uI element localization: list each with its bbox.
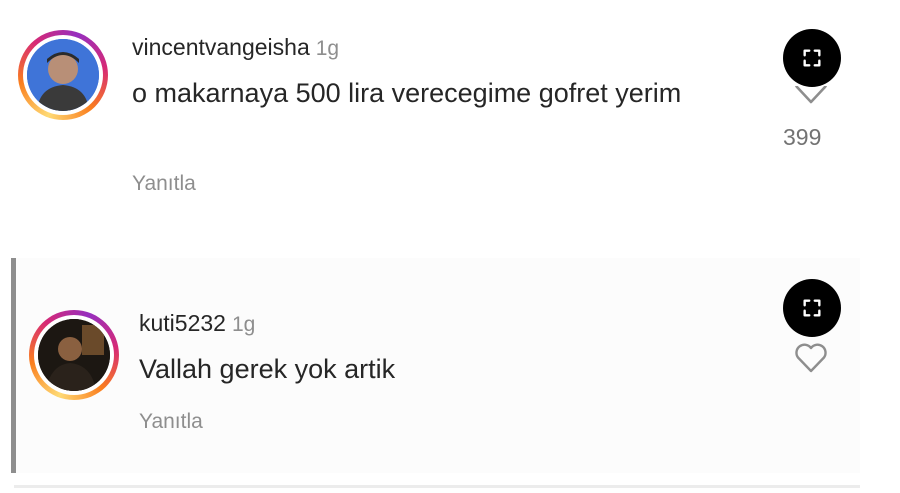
comment-text: o makarnaya 500 lira verecegime gofret y… (132, 78, 682, 108)
comment-username[interactable]: kuti5232 1g (139, 310, 255, 337)
user-avatar-icon (38, 319, 110, 391)
expand-icon (803, 49, 821, 67)
expand-button[interactable] (783, 279, 841, 337)
comment-time: 1g (315, 37, 340, 60)
expand-icon (803, 299, 821, 317)
expand-button[interactable] (783, 29, 841, 87)
comment-item: vincentvangeisha 1g o makarnaya 500 lira … (0, 0, 900, 240)
username-text[interactable]: vincentvangeisha (132, 34, 310, 60)
user-avatar-icon (27, 39, 99, 111)
like-button[interactable] (791, 340, 831, 376)
reply-button[interactable]: Yanıtla (132, 172, 196, 196)
comment-time: 1g (231, 313, 256, 336)
reply-button[interactable]: Yanıtla (139, 410, 203, 434)
like-count[interactable]: 399 (783, 124, 821, 151)
avatar[interactable] (18, 30, 108, 120)
reply-thread-line (11, 258, 16, 473)
username-text[interactable]: kuti5232 (139, 310, 226, 336)
heart-outline-icon (795, 343, 827, 373)
like-button[interactable] (793, 86, 829, 106)
reply-comment-item: kuti5232 1g Vallah gerek yok artik Yanıtl… (0, 258, 900, 473)
avatar-image (38, 319, 110, 391)
heart-outline-icon (794, 86, 828, 104)
comment-text: Vallah gerek yok artik (139, 354, 396, 384)
avatar[interactable] (29, 310, 119, 400)
comment-username[interactable]: vincentvangeisha 1g (132, 34, 339, 61)
avatar-image (27, 39, 99, 111)
divider (14, 485, 860, 488)
